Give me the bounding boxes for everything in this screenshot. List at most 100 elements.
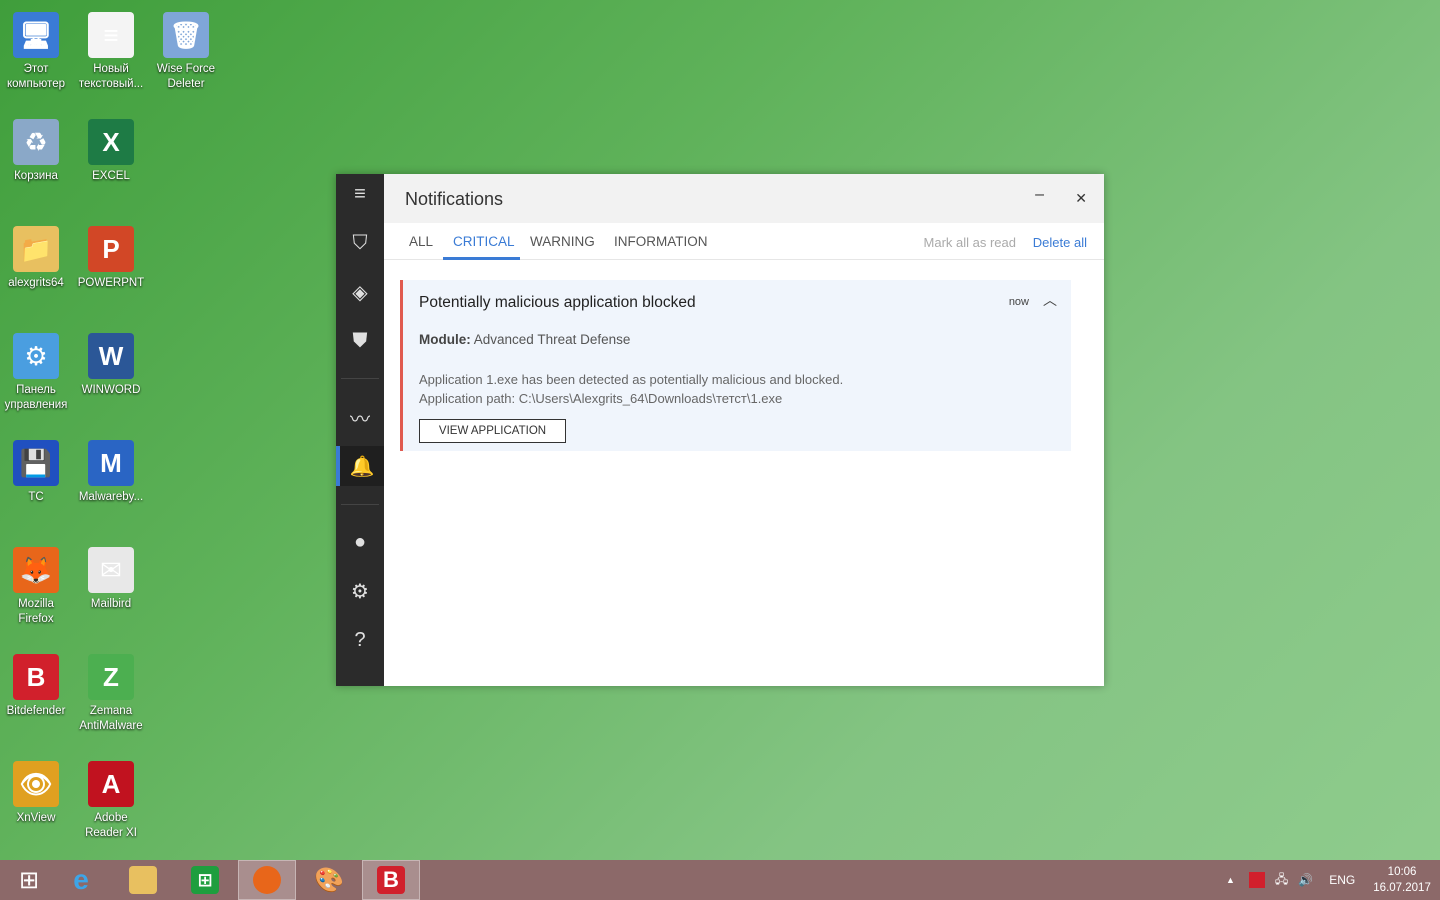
- app-icon: M: [88, 440, 134, 486]
- notifications-window: ≡ ⛉ ◈ ⛊ 〰 🔔 ● ⚙ ? Notifications – ✕ ALL …: [336, 174, 1104, 686]
- firefox-icon: [253, 866, 281, 894]
- desktop-icon-label: Новый текстовый...: [78, 63, 144, 90]
- bitdefender-icon: B: [377, 866, 405, 894]
- taskbar-firefox[interactable]: [238, 860, 296, 900]
- app-icon: P: [88, 226, 134, 272]
- app-icon: ✉: [88, 547, 134, 593]
- tab-critical[interactable]: CRITICAL: [443, 234, 520, 260]
- windows-logo-icon: ⊞: [18, 866, 40, 894]
- minimize-button[interactable]: –: [1035, 186, 1044, 204]
- desktop-icon[interactable]: 📁 alexgrits64: [0, 226, 73, 291]
- tray-expand-icon[interactable]: ▲: [1226, 875, 1235, 885]
- tab-warning[interactable]: WARNING: [520, 234, 605, 260]
- tab-all[interactable]: ALL: [399, 234, 443, 260]
- taskbar-bitdefender[interactable]: B: [362, 860, 420, 900]
- protection-shield-icon[interactable]: ⛉: [336, 223, 384, 263]
- account-icon[interactable]: ●: [336, 522, 384, 562]
- volume-icon[interactable]: 🔊: [1298, 873, 1313, 887]
- bitdefender-tray-icon[interactable]: [1248, 872, 1265, 888]
- app-icon: B: [13, 654, 59, 700]
- desktop-icon[interactable]: 🖥 Этот компьютер: [0, 12, 73, 92]
- paint-palette-icon: 🎨: [314, 866, 344, 894]
- clock[interactable]: 10:06 16.07.2017: [1373, 864, 1431, 896]
- collapse-chevron-icon[interactable]: ︿: [1043, 290, 1057, 310]
- desktop-icon-label: Bitdefender: [6, 705, 66, 717]
- desktop-icon[interactable]: 🗑 Wise Force Deleter: [149, 12, 223, 92]
- desktop-icon[interactable]: 🦊 Mozilla Firefox: [0, 547, 73, 627]
- app-icon: 🦊: [13, 547, 59, 593]
- taskbar: ⊞ e ⊞ 🎨 B ▲ 🖧 🔊 ENG 10:06 16.07.2017: [0, 860, 1440, 900]
- desktop-icon-label: XnView: [16, 812, 56, 824]
- help-icon[interactable]: ?: [336, 620, 384, 660]
- app-icon: Z: [88, 654, 134, 700]
- desktop-icon[interactable]: ✉ Mailbird: [74, 547, 148, 612]
- app-icon: ≡: [88, 12, 134, 58]
- notification-module: Module: Advanced Threat Defense: [419, 332, 631, 347]
- privacy-shield-icon[interactable]: ◈: [336, 272, 384, 312]
- activity-icon[interactable]: 〰: [336, 397, 384, 437]
- taskbar-store[interactable]: ⊞: [176, 860, 234, 900]
- app-icon: X: [88, 119, 134, 165]
- desktop-icon-label: POWERPNT: [77, 277, 145, 289]
- desktop-icon-label: Панель управления: [4, 384, 68, 411]
- desktop-icon[interactable]: A Adobe Reader XI: [74, 761, 148, 841]
- sidebar-divider: [341, 504, 379, 505]
- desktop-icon[interactable]: W WINWORD: [74, 333, 148, 398]
- desktop-icon-label: Malwareby...: [78, 491, 144, 503]
- taskbar-explorer[interactable]: [114, 860, 172, 900]
- start-button[interactable]: ⊞: [0, 860, 58, 900]
- desktop-icon[interactable]: 💾 TC: [0, 440, 73, 505]
- notification-message: Application 1.exe has been detected as p…: [419, 372, 844, 406]
- notification-card: Potentially malicious application blocke…: [400, 280, 1071, 451]
- app-icon: ♻: [13, 119, 59, 165]
- network-icon[interactable]: 🖧: [1275, 870, 1288, 891]
- window-header: Notifications – ✕: [384, 174, 1104, 223]
- app-icon: 💾: [13, 440, 59, 486]
- taskbar-paint[interactable]: 🎨: [300, 860, 358, 900]
- desktop-icon[interactable]: Z Zemana AntiMalware: [74, 654, 148, 734]
- desktop-icon-label: Wise Force Deleter: [156, 63, 216, 90]
- desktop-icon-label: EXCEL: [92, 170, 130, 182]
- notifications-bell-icon[interactable]: 🔔: [336, 446, 384, 486]
- app-icon: 📁: [13, 226, 59, 272]
- desktop-icon-label: Корзина: [14, 170, 58, 182]
- mark-all-read-link[interactable]: Mark all as read: [924, 235, 1016, 250]
- app-icon: ⚙: [13, 333, 59, 379]
- view-application-button[interactable]: VIEW APPLICATION: [419, 419, 566, 443]
- desktop-icon[interactable]: ⚙ Панель управления: [0, 333, 73, 413]
- store-icon: ⊞: [191, 866, 219, 894]
- app-icon: W: [88, 333, 134, 379]
- desktop-icon[interactable]: ♻ Корзина: [0, 119, 73, 184]
- settings-gear-icon[interactable]: ⚙: [336, 571, 384, 611]
- internet-explorer-icon: e: [73, 864, 89, 895]
- desktop-icon-label: Zemana AntiMalware: [79, 705, 143, 732]
- desktop-icon[interactable]: P POWERPNT: [74, 226, 148, 291]
- notification-time: now: [1008, 296, 1029, 308]
- app-icon: A: [88, 761, 134, 807]
- app-icon: 🗑: [163, 12, 209, 58]
- page-title: Notifications: [405, 189, 504, 209]
- folder-icon: [129, 866, 157, 894]
- taskbar-ie[interactable]: e: [52, 860, 110, 900]
- desktop-icon-label: Mozilla Firefox: [18, 598, 54, 625]
- sidebar: ≡ ⛉ ◈ ⛊ 〰 🔔 ● ⚙ ?: [336, 174, 384, 686]
- desktop-icon-label: Adobe Reader XI: [85, 812, 137, 839]
- sidebar-divider: [341, 378, 379, 379]
- desktop-icon-label: WINWORD: [81, 384, 141, 396]
- desktop-icon[interactable]: ≡ Новый текстовый...: [74, 12, 148, 92]
- desktop-icon[interactable]: M Malwareby...: [74, 440, 148, 505]
- app-icon: 🖥: [13, 12, 59, 58]
- desktop-icon-label: TC: [28, 491, 44, 503]
- language-indicator[interactable]: ENG: [1329, 873, 1355, 887]
- tab-information[interactable]: INFORMATION: [604, 234, 718, 260]
- desktop-icon-label: Mailbird: [90, 598, 132, 610]
- delete-all-link[interactable]: Delete all: [1033, 235, 1087, 250]
- app-icon: 👁: [13, 761, 59, 807]
- close-button[interactable]: ✕: [1075, 190, 1087, 207]
- desktop-icon[interactable]: 👁 XnView: [0, 761, 73, 826]
- desktop-icon-label: Этот компьютер: [7, 63, 65, 90]
- desktop-icon[interactable]: X EXCEL: [74, 119, 148, 184]
- menu-icon[interactable]: ≡: [336, 174, 384, 214]
- desktop-icon[interactable]: B Bitdefender: [0, 654, 73, 719]
- tools-shield-icon[interactable]: ⛊: [336, 321, 384, 361]
